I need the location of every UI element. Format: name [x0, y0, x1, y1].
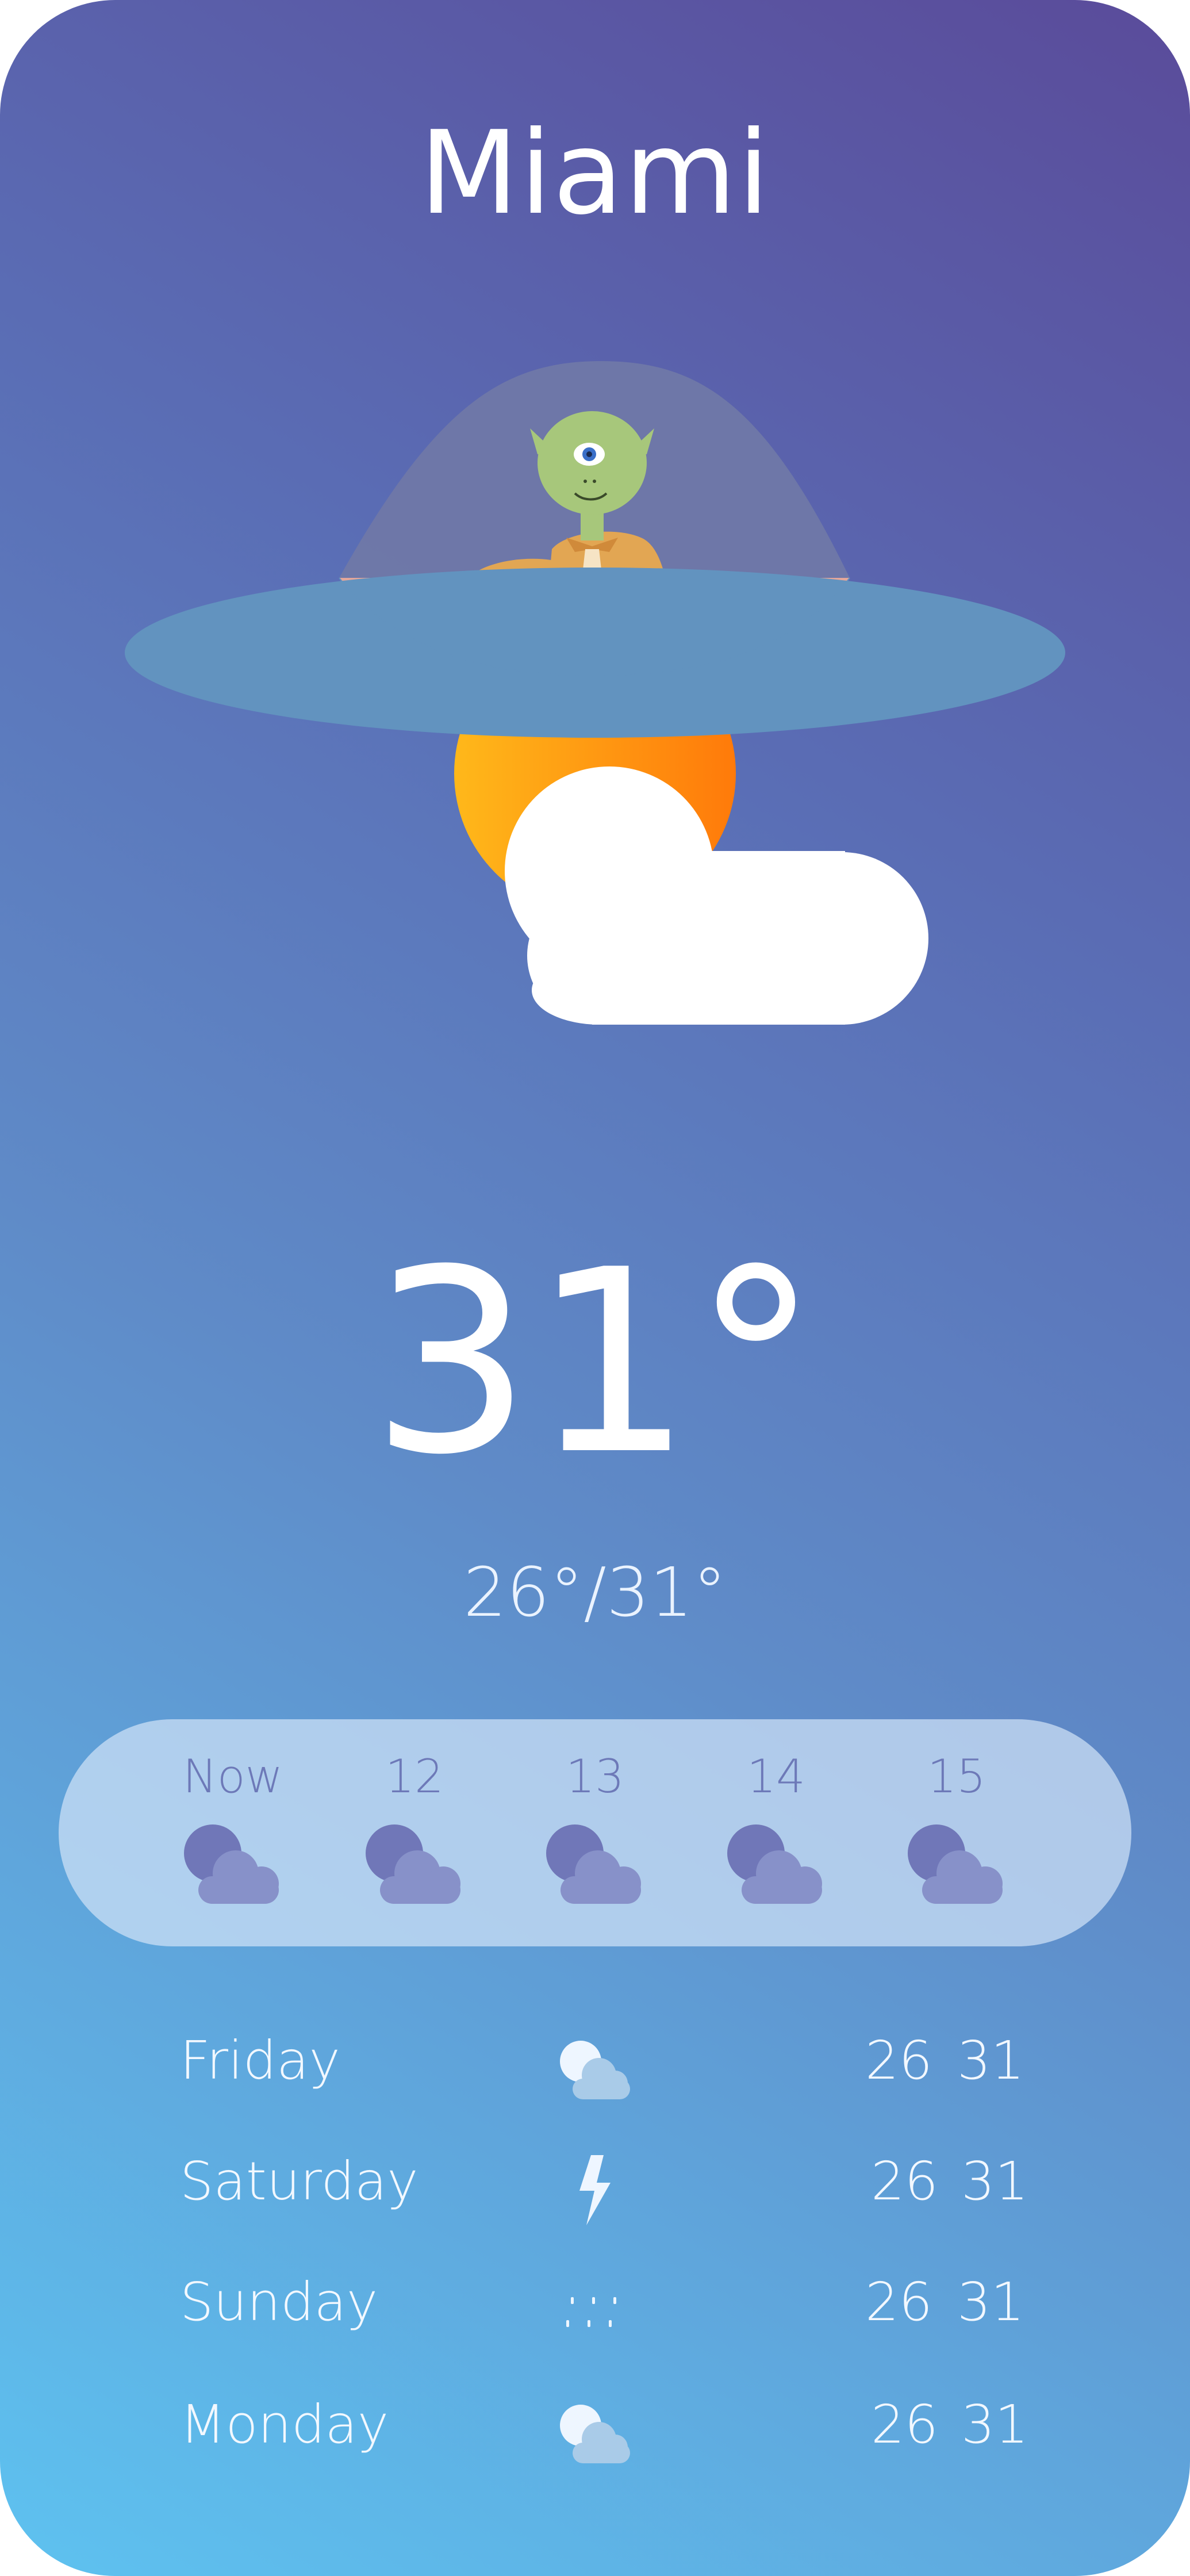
night-partly-cloudy-icon — [727, 1824, 822, 1904]
night-partly-cloudy-icon — [908, 1824, 1003, 1904]
hour-label: Now — [182, 1750, 283, 1803]
day-high-temp: 31 — [961, 2394, 1029, 2455]
night-partly-cloudy-icon — [366, 1824, 460, 1904]
partly-cloudy-icon — [560, 2405, 630, 2463]
hourly-item[interactable]: 15 — [888, 1742, 1026, 1908]
day-low-temp: 26 — [871, 2150, 939, 2212]
daily-row-sunday[interactable]: Sunday 26 31 — [0, 2260, 1190, 2358]
weather-card: Miami 31° 26°/31° Now 12 13 14 15 Friday… — [0, 0, 1190, 2576]
day-name: Monday — [180, 2394, 389, 2455]
day-high-temp: 31 — [957, 2271, 1025, 2333]
temperature-range: 26°/31° — [463, 1552, 727, 1632]
weather-illustration — [125, 361, 1065, 1025]
night-partly-cloudy-icon — [546, 1824, 641, 1904]
hour-label: 15 — [927, 1750, 986, 1803]
hourly-item[interactable]: 12 — [346, 1742, 483, 1908]
hourly-forecast[interactable]: Now 12 13 14 15 — [59, 1719, 1131, 1946]
day-name: Sunday — [180, 2271, 378, 2333]
day-high-temp: 31 — [961, 2150, 1029, 2212]
current-temperature: 31° — [371, 1216, 819, 1510]
hourly-item[interactable]: 13 — [526, 1742, 664, 1908]
daily-row-saturday[interactable]: Saturday 26 31 — [0, 2139, 1190, 2237]
hourly-item[interactable]: Now — [164, 1742, 302, 1908]
day-name: Saturday — [180, 2150, 419, 2212]
lightning-icon — [579, 2155, 611, 2225]
day-high-temp: 31 — [957, 2030, 1025, 2091]
daily-row-friday[interactable]: Friday 26 31 — [0, 2018, 1190, 2116]
day-name: Friday — [180, 2030, 340, 2091]
rain-icon — [566, 2297, 616, 2327]
hourly-item[interactable]: 14 — [707, 1742, 845, 1908]
ufo-icon — [125, 361, 1065, 738]
hour-label: 13 — [566, 1750, 624, 1803]
day-low-temp: 26 — [865, 2030, 933, 2091]
day-low-temp: 26 — [865, 2271, 933, 2333]
daily-row-monday[interactable]: Monday 26 31 — [0, 2382, 1190, 2480]
day-low-temp: 26 — [871, 2394, 939, 2455]
partly-cloudy-icon — [560, 2041, 630, 2099]
hour-label: 12 — [385, 1750, 444, 1803]
hour-label: 14 — [747, 1750, 805, 1803]
night-partly-cloudy-icon — [184, 1824, 279, 1904]
